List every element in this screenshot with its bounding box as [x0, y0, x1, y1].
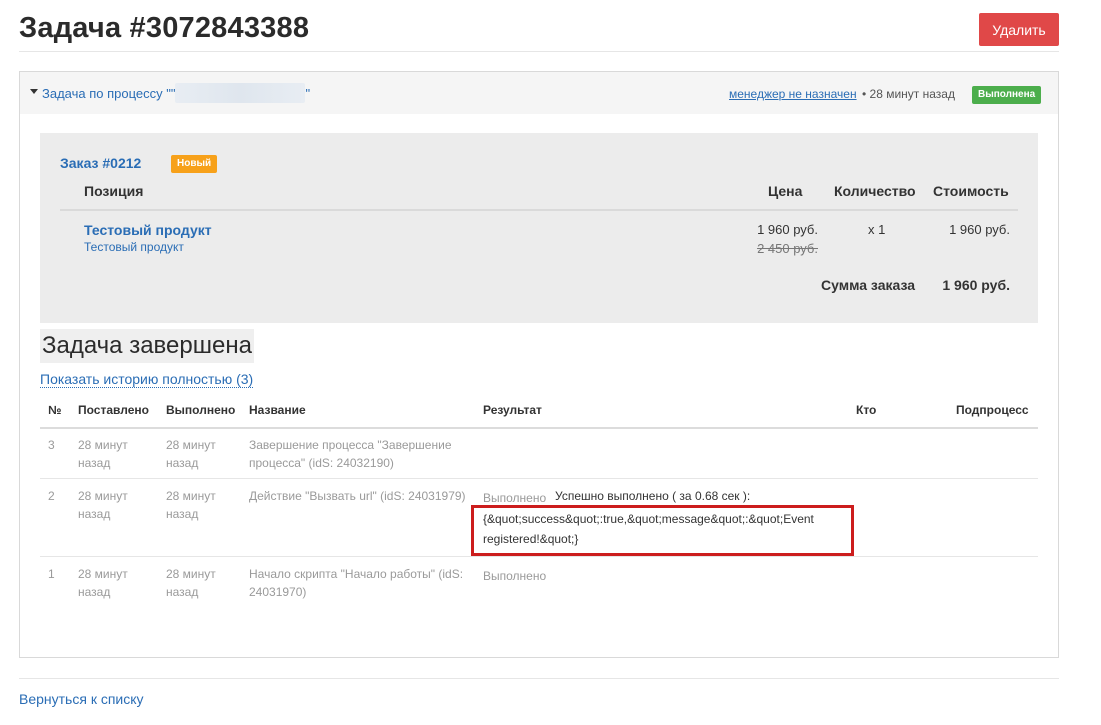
order-status-badge: Новый: [171, 155, 218, 173]
order-sum-value: 1 960 руб.: [942, 277, 1010, 293]
product-old-price: 2 450 руб.: [757, 241, 818, 256]
row-placed: 28 минут назад: [78, 489, 128, 521]
row-placed: 28 минут назад: [78, 567, 128, 599]
row-name: Начало скрипта "Начало работы" (idS: 240…: [249, 567, 464, 599]
show-history-link[interactable]: Показать историю полностью (3): [40, 371, 254, 388]
order-box: Заказ #0212 Новый Позиция Цена Количеств…: [40, 133, 1038, 323]
back-to-list-link[interactable]: Вернуться к списку: [19, 691, 144, 707]
row-result-detail: Успешно выполнено ( за 0.68 сек ):: [555, 489, 751, 503]
order-sum-label: Сумма заказа: [821, 277, 916, 293]
history-header-done: Выполнено: [166, 403, 236, 417]
row-done: 28 минут назад: [166, 438, 216, 470]
process-link-prefix: Задача по процессу "": [42, 86, 176, 101]
task-panel-header: Задача по процессу "" " менеджер не назна…: [20, 72, 1058, 114]
status-badge: Выполнена: [972, 86, 1042, 104]
task-time: • 28 минут назад: [862, 87, 955, 101]
task-panel: Задача по процессу "" " менеджер не назна…: [19, 71, 1059, 658]
row-placed: 28 минут назад: [78, 438, 128, 470]
product-sub-link[interactable]: Тестовый продукт: [84, 240, 184, 254]
product-cost: 1 960 руб.: [949, 222, 1010, 237]
history-header-subprocess: Подпроцесс: [956, 403, 1029, 417]
row-result-status: Выполнено: [483, 569, 547, 583]
row-number: 3: [48, 438, 55, 452]
row-name: Завершение процесса "Завершение процесса…: [249, 438, 452, 470]
row-number: 2: [48, 489, 55, 503]
row-divider: [40, 556, 1038, 557]
row-name: Действие "Вызвать url" (idS: 24031979): [249, 489, 466, 503]
row-divider: [40, 478, 1038, 479]
column-header-position: Позиция: [84, 183, 144, 199]
product-quantity: x 1: [868, 222, 886, 237]
history-header-name: Название: [249, 403, 306, 417]
history-header-placed: Поставлено: [78, 403, 149, 417]
order-link[interactable]: Заказ #0212: [60, 155, 141, 171]
manager-link[interactable]: менеджер не назначен: [729, 87, 857, 101]
row-done: 28 минут назад: [166, 489, 216, 521]
column-header-cost: Стоимость: [933, 183, 1009, 199]
redacted-process-name: [175, 82, 306, 103]
row-done: 28 минут назад: [166, 567, 216, 599]
title-divider: [19, 51, 1059, 52]
task-done-heading: Задача завершена: [40, 329, 254, 363]
caret-down-icon[interactable]: [30, 89, 38, 94]
history-header-who: Кто: [856, 403, 877, 417]
row-number: 1: [48, 567, 55, 581]
process-link-suffix: ": [305, 86, 311, 101]
product-price: 1 960 руб.: [757, 222, 818, 237]
result-highlight-box: [471, 505, 854, 556]
history-header-number: №: [48, 403, 62, 417]
bottom-divider: [19, 678, 1059, 679]
column-header-price: Цена: [768, 183, 803, 199]
order-header-divider: [60, 209, 1018, 211]
history-header-result: Результат: [483, 403, 542, 417]
history-header-divider: [40, 427, 1038, 429]
page-title: Задача #3072843388: [19, 12, 310, 44]
product-name-link[interactable]: Тестовый продукт: [84, 222, 212, 238]
delete-button[interactable]: Удалить: [979, 13, 1059, 46]
column-header-quantity: Количество: [834, 183, 916, 199]
process-link[interactable]: Задача по процессу "" ": [42, 82, 311, 103]
